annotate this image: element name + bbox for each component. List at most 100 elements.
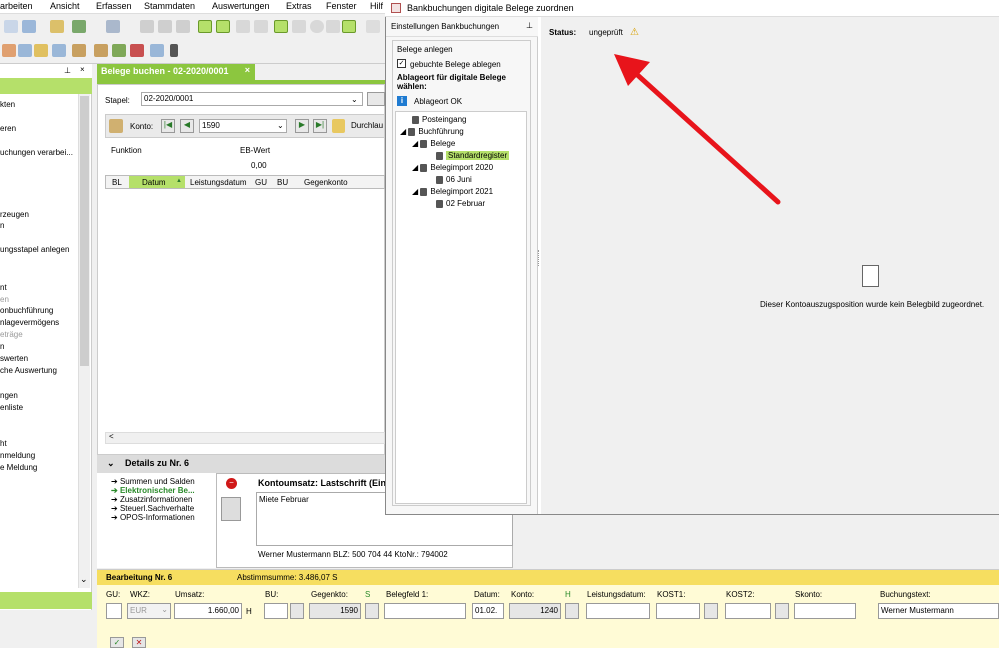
tree-standardregister[interactable]: Standardregister <box>436 151 510 160</box>
prev-record-button[interactable]: ◀ <box>180 119 194 133</box>
bu-input[interactable] <box>264 603 288 619</box>
menu-erfassen[interactable]: Erfassen <box>96 1 132 11</box>
link-zusatz[interactable]: ➔ Zusatzinformationen <box>111 495 195 504</box>
konto-input[interactable]: 1240 <box>509 603 561 619</box>
nav-item[interactable]: ht <box>0 439 78 448</box>
kost1-lookup-button[interactable] <box>704 603 718 619</box>
gegenkto-input[interactable]: 1590 <box>309 603 361 619</box>
clip-icon[interactable] <box>72 44 86 57</box>
page-icon[interactable] <box>366 20 380 33</box>
clock-icon[interactable] <box>310 20 324 33</box>
konto-lookup-button[interactable] <box>565 603 579 619</box>
tree-belegimport-2021[interactable]: ◢ Belegimport 2021 <box>412 187 493 196</box>
dialog-titlebar[interactable]: Bankbuchungen digitale Belege zuordnen <box>385 0 999 17</box>
kost2-input[interactable] <box>725 603 771 619</box>
cut-icon[interactable] <box>140 20 154 33</box>
tree-belege[interactable]: ◢ Belege <box>412 139 455 148</box>
folder-icon[interactable] <box>332 119 345 133</box>
leistungsdatum-input[interactable] <box>586 603 650 619</box>
nav-item[interactable]: uchungen verarbei... <box>0 148 78 157</box>
nav-item[interactable]: ngen <box>0 391 78 400</box>
dropdown-icon[interactable] <box>170 44 178 57</box>
tree-icon[interactable] <box>198 20 212 33</box>
menu-fenster[interactable]: Fenster <box>326 1 357 11</box>
konto-select[interactable]: 1590 <box>199 119 287 133</box>
grid-icon[interactable] <box>292 20 306 33</box>
durchlauf-label[interactable]: Durchlau <box>351 121 385 130</box>
toolbar-icon[interactable] <box>50 20 64 33</box>
konto-icon[interactable] <box>109 119 123 133</box>
list-icon[interactable] <box>254 20 268 33</box>
nav-item[interactable]: nt <box>0 283 78 292</box>
menu-bearbeiten[interactable]: arbeiten <box>0 1 33 11</box>
wkz-select[interactable]: EUR ⌄ <box>127 603 171 619</box>
menu-stammdaten[interactable]: Stammdaten <box>144 1 195 11</box>
toolbar-icon[interactable] <box>4 20 18 33</box>
tab-belege-buchen[interactable]: Belege buchen - 02-2020/0001 × <box>97 64 255 80</box>
copy-icon[interactable] <box>158 20 172 33</box>
menu-auswertungen[interactable]: Auswertungen <box>212 1 270 11</box>
col-gu[interactable]: GU <box>255 178 267 187</box>
pin-icon[interactable]: ⊥ <box>526 21 533 30</box>
nav-item[interactable]: rzeugen <box>0 210 78 219</box>
nav-item[interactable]: swerten <box>0 354 78 363</box>
link-summen[interactable]: ➔ Summen und Salden <box>111 477 195 486</box>
toolbar-icon[interactable] <box>52 44 66 57</box>
tool-icon[interactable] <box>216 20 230 33</box>
col-leistungsdatum[interactable]: Leistungsdatum <box>190 178 246 187</box>
kost2-lookup-button[interactable] <box>775 603 789 619</box>
bu-lookup-button[interactable] <box>290 603 304 619</box>
list-icon[interactable] <box>236 20 250 33</box>
menu-extras[interactable]: Extras <box>286 1 312 11</box>
chevron-down-icon[interactable]: ⌄ <box>351 95 358 104</box>
col-gegenkonto[interactable]: Gegenkonto <box>304 178 348 187</box>
edit-icon[interactable] <box>94 44 108 57</box>
nav-item[interactable]: nmeldung <box>0 451 78 460</box>
nav-item[interactable]: che Auswertung <box>0 366 78 375</box>
nav-item[interactable]: kten <box>0 100 78 109</box>
nav-item[interactable]: nlagevermögens <box>0 318 78 327</box>
tree-posteingang[interactable]: Posteingang <box>412 115 466 124</box>
umsatz-input[interactable]: 1.660,00 <box>174 603 242 619</box>
tree-06-juni[interactable]: 06 Juni <box>436 175 472 184</box>
col-bu[interactable]: BU <box>277 178 288 187</box>
toolbar-icon[interactable] <box>150 44 164 57</box>
toolbar-icon[interactable] <box>112 44 126 57</box>
stapel-select[interactable]: 02-2020/0001 <box>141 92 363 106</box>
toolbar-icon[interactable] <box>18 44 32 57</box>
nav-item[interactable]: e Meldung <box>0 463 78 472</box>
nav-item[interactable]: onbuchführung <box>0 306 78 315</box>
folder-icon[interactable] <box>34 44 48 57</box>
confirm-button[interactable]: ✓ <box>110 637 124 648</box>
link-opos[interactable]: ➔ OPOS-Informationen <box>111 513 195 522</box>
gu-input[interactable] <box>106 603 122 619</box>
stapel-button[interactable] <box>367 92 385 106</box>
toolbar-icon[interactable] <box>106 20 120 33</box>
buchungstext-input[interactable]: Werner Mustermann <box>878 603 999 619</box>
next-record-button[interactable]: ▶ <box>295 119 309 133</box>
gegenkto-lookup-button[interactable] <box>365 603 379 619</box>
phone-icon[interactable] <box>72 20 86 33</box>
col-datum[interactable]: Datum <box>142 178 166 187</box>
tree-02-februar[interactable]: 02 Februar <box>436 199 485 208</box>
navigation-scroll-thumb[interactable] <box>80 96 89 366</box>
box-icon[interactable] <box>326 20 340 33</box>
nav-item[interactable]: eren <box>0 124 78 133</box>
nav-item[interactable]: n <box>0 221 78 230</box>
first-record-button[interactable]: |◀ <box>161 119 175 133</box>
link-elektronisch[interactable]: ➔ Elektronischer Be... <box>111 486 195 495</box>
col-bl[interactable]: BL <box>112 178 122 187</box>
nav-item[interactable]: n <box>0 342 78 351</box>
toolbar-icon[interactable] <box>22 20 36 33</box>
details-header[interactable]: ⌄ Details zu Nr. 6 <box>97 455 385 473</box>
scroll-down-icon[interactable]: ⌄ <box>80 574 88 585</box>
print-icon[interactable] <box>342 20 356 33</box>
toolbar-icon[interactable] <box>130 44 144 57</box>
nav-item[interactable]: eträge <box>0 330 78 339</box>
kost1-input[interactable] <box>656 603 700 619</box>
datum-input[interactable]: 01.02. <box>472 603 504 619</box>
doc-icon[interactable] <box>274 20 288 33</box>
ablegen-checkbox[interactable]: ✓ <box>397 59 406 68</box>
nav-item[interactable]: en <box>0 295 78 304</box>
paste-icon[interactable] <box>176 20 190 33</box>
